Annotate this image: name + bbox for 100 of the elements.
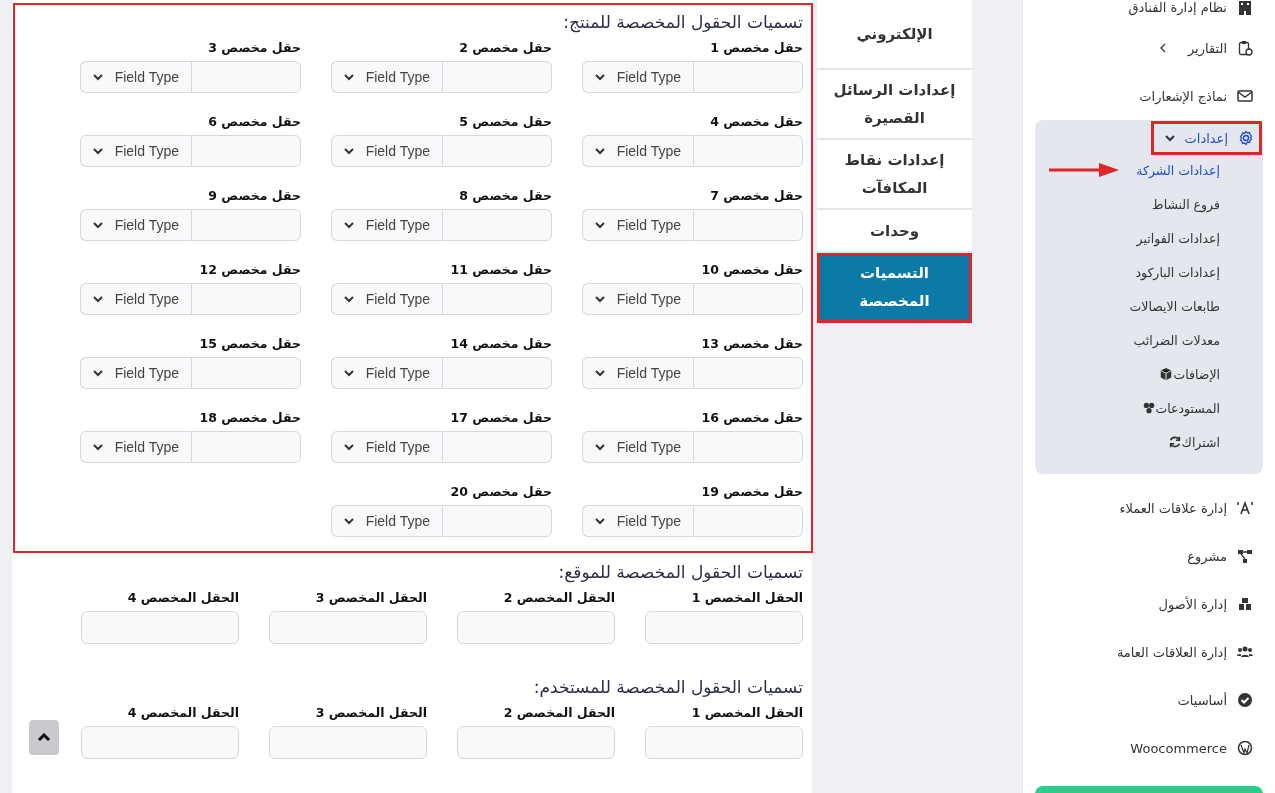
field-label: حقل مخصص 11 bbox=[449, 261, 552, 279]
field-type-dropdown[interactable]: Field Type bbox=[80, 61, 191, 93]
sidebar-item[interactable]: إدارة علاقات العملاء bbox=[1023, 484, 1275, 532]
check-circle-icon bbox=[1237, 692, 1253, 708]
input-field[interactable] bbox=[269, 726, 427, 759]
input-field[interactable] bbox=[442, 209, 552, 241]
field-type-dropdown[interactable]: Field Type bbox=[80, 431, 191, 463]
field-type-dropdown[interactable]: Field Type bbox=[331, 283, 442, 315]
field-type-dropdown[interactable]: Field Type bbox=[582, 61, 693, 93]
input-field[interactable] bbox=[442, 61, 552, 93]
sidebar-item[interactable]: التقارير bbox=[1023, 24, 1275, 72]
field-type-dropdown[interactable]: Field Type bbox=[582, 357, 693, 389]
input-field[interactable] bbox=[693, 209, 803, 241]
field-type-dropdown[interactable]: Field Type bbox=[80, 135, 191, 167]
field-type-dropdown[interactable]: Field Type bbox=[582, 135, 693, 167]
field-type-dropdown[interactable]: Field Type bbox=[331, 209, 442, 241]
input-field[interactable] bbox=[442, 431, 552, 463]
settings-tab[interactable]: وحدات bbox=[817, 210, 972, 253]
field-type-dropdown[interactable]: Field Type bbox=[331, 431, 442, 463]
wordpress-icon bbox=[1237, 740, 1253, 756]
boxes-icon bbox=[1237, 596, 1253, 612]
field-type-dropdown[interactable]: Field Type bbox=[331, 135, 442, 167]
field-type-dropdown[interactable]: Field Type bbox=[582, 505, 693, 537]
field-type-dropdown[interactable]: Field Type bbox=[582, 431, 693, 463]
input-field[interactable] bbox=[269, 611, 427, 644]
field-type-dropdown[interactable]: Field Type bbox=[582, 283, 693, 315]
input-field[interactable] bbox=[191, 135, 301, 167]
field-label: حقل مخصص 15 bbox=[198, 335, 301, 353]
input-field[interactable] bbox=[191, 357, 301, 389]
field-label: حقل مخصص 20 bbox=[449, 483, 552, 501]
refresh-icon bbox=[1167, 434, 1182, 450]
submenu-item[interactable]: اشتراك bbox=[1035, 425, 1263, 459]
settings-tab[interactable]: التسميات المخصصة bbox=[817, 253, 972, 323]
field-type-dropdown[interactable]: Field Type bbox=[331, 505, 442, 537]
input-field[interactable] bbox=[693, 505, 803, 537]
input-field[interactable] bbox=[645, 611, 803, 644]
people-icon bbox=[1237, 644, 1253, 660]
sidebar-item[interactable]: نظام إدارة الفنادق bbox=[1023, 0, 1275, 24]
field-label: حقل مخصص 1 bbox=[709, 39, 803, 57]
input-field[interactable] bbox=[693, 357, 803, 389]
input-field[interactable] bbox=[645, 726, 803, 759]
field-label: الحقل المخصص 3 bbox=[314, 589, 427, 607]
settings-icon bbox=[1238, 130, 1254, 146]
input-field[interactable] bbox=[81, 611, 239, 644]
input-field[interactable] bbox=[693, 135, 803, 167]
field-type-dropdown[interactable]: Field Type bbox=[582, 209, 693, 241]
input-field[interactable] bbox=[457, 611, 615, 644]
input-field[interactable] bbox=[442, 283, 552, 315]
chevron-down-icon bbox=[595, 295, 605, 303]
sidebar-item[interactable]: مشروع bbox=[1023, 532, 1275, 580]
submenu-item[interactable]: إعدادات الباركود bbox=[1035, 255, 1263, 289]
section-title: تسميات الحقول المخصصة للموقع: bbox=[557, 561, 803, 583]
field-label: حقل مخصص 2 bbox=[458, 39, 552, 57]
settings-tab[interactable]: إعدادات الرسائل القصيرة bbox=[817, 70, 972, 140]
field-type-dropdown[interactable]: Field Type bbox=[80, 283, 191, 315]
sidebar-item[interactable]: إدارة الأصول bbox=[1023, 580, 1275, 628]
chevron-down-icon bbox=[344, 221, 354, 229]
input-field[interactable] bbox=[693, 61, 803, 93]
field-label: حقل مخصص 19 bbox=[700, 483, 803, 501]
input-field[interactable] bbox=[191, 61, 301, 93]
input-field[interactable] bbox=[191, 283, 301, 315]
input-field[interactable] bbox=[81, 726, 239, 759]
field-type-dropdown[interactable]: Field Type bbox=[80, 357, 191, 389]
sidebar-item[interactable]: نماذج الإشعارات bbox=[1023, 72, 1275, 120]
field-type-dropdown[interactable]: Field Type bbox=[331, 61, 442, 93]
chevron-down-icon bbox=[93, 73, 103, 81]
input-field[interactable] bbox=[693, 431, 803, 463]
input-field[interactable] bbox=[191, 209, 301, 241]
field-type-dropdown[interactable]: Field Type bbox=[80, 209, 191, 241]
field-label: الحقل المخصص 4 bbox=[126, 589, 239, 607]
input-field[interactable] bbox=[693, 283, 803, 315]
field-label: حقل مخصص 9 bbox=[207, 187, 301, 205]
input-field[interactable] bbox=[442, 135, 552, 167]
translate-icon bbox=[1237, 500, 1253, 516]
sidebar-item[interactable]: إدارة العلاقات العامة bbox=[1023, 628, 1275, 676]
chevron-down-icon bbox=[595, 443, 605, 451]
field-label: حقل مخصص 16 bbox=[700, 409, 803, 427]
submenu-item[interactable]: إعدادات الشركة bbox=[1035, 153, 1263, 187]
envelope-icon bbox=[1237, 88, 1253, 104]
submenu-item[interactable]: إعدادات الفواتير bbox=[1035, 221, 1263, 255]
submenu-item[interactable]: فروع النشاط bbox=[1035, 187, 1263, 221]
sidebar-item[interactable]: Woocommerce bbox=[1023, 724, 1275, 772]
input-field[interactable] bbox=[457, 726, 615, 759]
submenu-item[interactable]: طابعات الايصالات bbox=[1035, 289, 1263, 323]
submenu-item[interactable]: الإضافات bbox=[1035, 357, 1263, 391]
submenu-item[interactable]: معدلات الضرائب bbox=[1035, 323, 1263, 357]
chevron-down-icon bbox=[93, 147, 103, 155]
scroll-top-button[interactable] bbox=[29, 720, 59, 755]
field-type-dropdown[interactable]: Field Type bbox=[331, 357, 442, 389]
input-field[interactable] bbox=[442, 357, 552, 389]
settings-tab[interactable]: إعدادات نقاط المكافآت bbox=[817, 140, 972, 210]
sidebar-item[interactable]: إعدادات bbox=[1152, 123, 1260, 153]
chevron-left-icon bbox=[1158, 43, 1166, 53]
settings-tab[interactable]: الإلكتروني bbox=[817, 0, 972, 70]
submenu-item[interactable]: المستودعات bbox=[1035, 391, 1263, 425]
input-field[interactable] bbox=[442, 505, 552, 537]
sidebar-item[interactable]: أساسيات bbox=[1023, 676, 1275, 724]
field-label: الحقل المخصص 1 bbox=[690, 704, 803, 722]
input-field[interactable] bbox=[191, 431, 301, 463]
field-label: حقل مخصص 8 bbox=[458, 187, 552, 205]
